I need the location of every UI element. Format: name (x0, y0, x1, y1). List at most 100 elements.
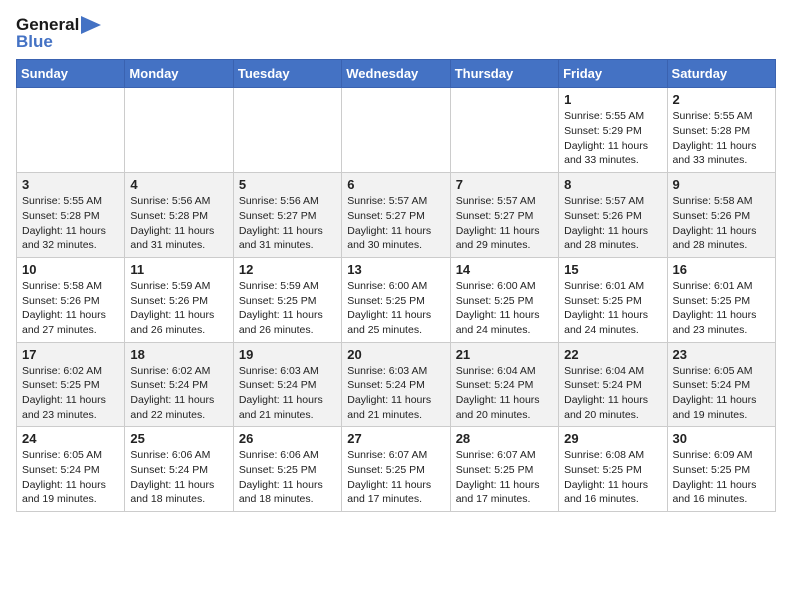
day-info: Sunrise: 6:00 AM Sunset: 5:25 PM Dayligh… (347, 279, 444, 338)
calendar-cell: 8 Sunrise: 5:57 AM Sunset: 5:26 PM Daylig… (559, 173, 667, 258)
day-number: 9 (673, 177, 770, 192)
day-info: Sunrise: 6:06 AM Sunset: 5:25 PM Dayligh… (239, 448, 336, 507)
day-info: Sunrise: 5:55 AM Sunset: 5:28 PM Dayligh… (22, 194, 119, 253)
day-number: 13 (347, 262, 444, 277)
calendar-cell: 2 Sunrise: 5:55 AM Sunset: 5:28 PM Daylig… (667, 88, 775, 173)
calendar-cell: 11 Sunrise: 5:59 AM Sunset: 5:26 PM Dayli… (125, 257, 233, 342)
day-info: Sunrise: 5:59 AM Sunset: 5:26 PM Dayligh… (130, 279, 227, 338)
calendar-cell: 28 Sunrise: 6:07 AM Sunset: 5:25 PM Dayli… (450, 427, 558, 512)
day-info: Sunrise: 6:01 AM Sunset: 5:25 PM Dayligh… (564, 279, 661, 338)
day-info: Sunrise: 6:03 AM Sunset: 5:24 PM Dayligh… (239, 364, 336, 423)
day-info: Sunrise: 6:01 AM Sunset: 5:25 PM Dayligh… (673, 279, 770, 338)
calendar-cell: 30Sunrise: 6:09 AM Sunset: 5:25 PM Dayli… (667, 427, 775, 512)
calendar-cell: 18 Sunrise: 6:02 AM Sunset: 5:24 PM Dayli… (125, 342, 233, 427)
weekday-header-thursday: Thursday (450, 60, 558, 88)
calendar-cell: 23Sunrise: 6:05 AM Sunset: 5:24 PM Dayli… (667, 342, 775, 427)
day-info: Sunrise: 6:00 AM Sunset: 5:25 PM Dayligh… (456, 279, 553, 338)
day-info: Sunrise: 6:02 AM Sunset: 5:24 PM Dayligh… (130, 364, 227, 423)
logo-blue: Blue (16, 33, 53, 52)
day-info: Sunrise: 6:08 AM Sunset: 5:25 PM Dayligh… (564, 448, 661, 507)
calendar-cell: 7 Sunrise: 5:57 AM Sunset: 5:27 PM Daylig… (450, 173, 558, 258)
calendar-cell: 5Sunrise: 5:56 AM Sunset: 5:27 PM Daylig… (233, 173, 341, 258)
day-info: Sunrise: 6:05 AM Sunset: 5:24 PM Dayligh… (22, 448, 119, 507)
day-info: Sunrise: 6:02 AM Sunset: 5:25 PM Dayligh… (22, 364, 119, 423)
page-header: General Blue (16, 16, 776, 51)
calendar-table: SundayMondayTuesdayWednesdayThursdayFrid… (16, 59, 776, 512)
calendar-cell: 3 Sunrise: 5:55 AM Sunset: 5:28 PM Daylig… (17, 173, 125, 258)
day-info: Sunrise: 6:04 AM Sunset: 5:24 PM Dayligh… (456, 364, 553, 423)
day-number: 18 (130, 347, 227, 362)
day-info: Sunrise: 6:09 AM Sunset: 5:25 PM Dayligh… (673, 448, 770, 507)
day-info: Sunrise: 5:59 AM Sunset: 5:25 PM Dayligh… (239, 279, 336, 338)
calendar-cell: 22 Sunrise: 6:04 AM Sunset: 5:24 PM Dayli… (559, 342, 667, 427)
calendar-week-row: 1 Sunrise: 5:55 AM Sunset: 5:29 PM Daylig… (17, 88, 776, 173)
day-info: Sunrise: 6:04 AM Sunset: 5:24 PM Dayligh… (564, 364, 661, 423)
calendar-cell (450, 88, 558, 173)
calendar-cell: 17Sunrise: 6:02 AM Sunset: 5:25 PM Dayli… (17, 342, 125, 427)
day-info: Sunrise: 6:07 AM Sunset: 5:25 PM Dayligh… (347, 448, 444, 507)
calendar-cell: 26Sunrise: 6:06 AM Sunset: 5:25 PM Dayli… (233, 427, 341, 512)
day-info: Sunrise: 5:58 AM Sunset: 5:26 PM Dayligh… (673, 194, 770, 253)
day-number: 16 (673, 262, 770, 277)
day-info: Sunrise: 6:07 AM Sunset: 5:25 PM Dayligh… (456, 448, 553, 507)
day-info: Sunrise: 5:57 AM Sunset: 5:26 PM Dayligh… (564, 194, 661, 253)
weekday-header-friday: Friday (559, 60, 667, 88)
calendar-cell: 29 Sunrise: 6:08 AM Sunset: 5:25 PM Dayli… (559, 427, 667, 512)
day-number: 20 (347, 347, 444, 362)
calendar-cell: 10 Sunrise: 5:58 AM Sunset: 5:26 PM Dayli… (17, 257, 125, 342)
day-number: 6 (347, 177, 444, 192)
calendar-cell: 20 Sunrise: 6:03 AM Sunset: 5:24 PM Dayli… (342, 342, 450, 427)
calendar-week-row: 10 Sunrise: 5:58 AM Sunset: 5:26 PM Dayli… (17, 257, 776, 342)
day-number: 14 (456, 262, 553, 277)
weekday-header-monday: Monday (125, 60, 233, 88)
calendar-cell: 19 Sunrise: 6:03 AM Sunset: 5:24 PM Dayli… (233, 342, 341, 427)
calendar-cell: 21 Sunrise: 6:04 AM Sunset: 5:24 PM Dayli… (450, 342, 558, 427)
day-number: 4 (130, 177, 227, 192)
logo-arrow-icon (81, 16, 101, 34)
calendar-cell (342, 88, 450, 173)
calendar-cell (17, 88, 125, 173)
weekday-header-sunday: Sunday (17, 60, 125, 88)
calendar-cell: 13 Sunrise: 6:00 AM Sunset: 5:25 PM Dayli… (342, 257, 450, 342)
calendar-cell: 9 Sunrise: 5:58 AM Sunset: 5:26 PM Daylig… (667, 173, 775, 258)
day-info: Sunrise: 5:58 AM Sunset: 5:26 PM Dayligh… (22, 279, 119, 338)
day-number: 3 (22, 177, 119, 192)
day-number: 28 (456, 431, 553, 446)
calendar-cell: 6 Sunrise: 5:57 AM Sunset: 5:27 PM Daylig… (342, 173, 450, 258)
day-number: 21 (456, 347, 553, 362)
day-info: Sunrise: 5:57 AM Sunset: 5:27 PM Dayligh… (347, 194, 444, 253)
day-number: 25 (130, 431, 227, 446)
day-number: 24 (22, 431, 119, 446)
weekday-header-tuesday: Tuesday (233, 60, 341, 88)
logo: General Blue (16, 16, 101, 51)
day-number: 10 (22, 262, 119, 277)
calendar-cell: 25Sunrise: 6:06 AM Sunset: 5:24 PM Dayli… (125, 427, 233, 512)
day-number: 29 (564, 431, 661, 446)
day-number: 27 (347, 431, 444, 446)
day-number: 22 (564, 347, 661, 362)
calendar-cell: 4 Sunrise: 5:56 AM Sunset: 5:28 PM Daylig… (125, 173, 233, 258)
day-info: Sunrise: 5:56 AM Sunset: 5:28 PM Dayligh… (130, 194, 227, 253)
weekday-header-row: SundayMondayTuesdayWednesdayThursdayFrid… (17, 60, 776, 88)
calendar-cell: 27 Sunrise: 6:07 AM Sunset: 5:25 PM Dayli… (342, 427, 450, 512)
day-number: 11 (130, 262, 227, 277)
calendar-week-row: 17Sunrise: 6:02 AM Sunset: 5:25 PM Dayli… (17, 342, 776, 427)
day-info: Sunrise: 5:57 AM Sunset: 5:27 PM Dayligh… (456, 194, 553, 253)
day-number: 8 (564, 177, 661, 192)
day-number: 1 (564, 92, 661, 107)
calendar-cell: 16 Sunrise: 6:01 AM Sunset: 5:25 PM Dayli… (667, 257, 775, 342)
calendar-cell: 1 Sunrise: 5:55 AM Sunset: 5:29 PM Daylig… (559, 88, 667, 173)
day-number: 23 (673, 347, 770, 362)
day-number: 2 (673, 92, 770, 107)
day-info: Sunrise: 5:55 AM Sunset: 5:28 PM Dayligh… (673, 109, 770, 168)
day-number: 19 (239, 347, 336, 362)
logo-image: General Blue (16, 16, 101, 51)
day-info: Sunrise: 6:03 AM Sunset: 5:24 PM Dayligh… (347, 364, 444, 423)
calendar-week-row: 3 Sunrise: 5:55 AM Sunset: 5:28 PM Daylig… (17, 173, 776, 258)
day-number: 12 (239, 262, 336, 277)
day-number: 7 (456, 177, 553, 192)
day-info: Sunrise: 5:55 AM Sunset: 5:29 PM Dayligh… (564, 109, 661, 168)
day-info: Sunrise: 5:56 AM Sunset: 5:27 PM Dayligh… (239, 194, 336, 253)
calendar-cell: 14 Sunrise: 6:00 AM Sunset: 5:25 PM Dayli… (450, 257, 558, 342)
calendar-cell: 24 Sunrise: 6:05 AM Sunset: 5:24 PM Dayli… (17, 427, 125, 512)
